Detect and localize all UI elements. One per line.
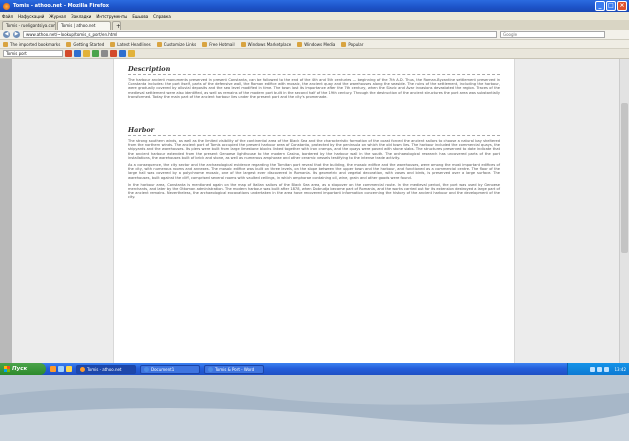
volume-icon[interactable]: [604, 366, 610, 372]
paragraph: The strong southern winds, as well as th…: [128, 139, 500, 160]
bookmark-icon: [66, 41, 72, 47]
menu-item-bookmarks[interactable]: Закладки: [71, 14, 91, 19]
scrollbar-thumb[interactable]: [621, 103, 628, 253]
left-sidebar-strip: [0, 59, 12, 363]
bookmark-icon: [202, 41, 208, 47]
system-tray: 13:42: [567, 363, 629, 375]
menu-item-help[interactable]: Справка: [153, 14, 171, 19]
addon-icon[interactable]: [74, 50, 81, 57]
paragraph: As a consequence, the city sector and th…: [128, 163, 500, 180]
bookmark-item[interactable]: The imported bookmarks: [3, 41, 60, 47]
bookmarks-bar: The imported bookmarks Getting Started L…: [0, 40, 629, 49]
addon-icon[interactable]: [101, 50, 108, 57]
new-tab-button[interactable]: +: [112, 21, 121, 30]
page-viewport: Description The harbour ancient monument…: [0, 59, 629, 363]
bookmark-item[interactable]: Windows Media: [297, 41, 335, 47]
menu-item-extra[interactable]: Ешьова: [132, 14, 148, 19]
close-button[interactable]: ×: [617, 1, 627, 11]
navigation-bar: ◀ ▶ www.athoo.net/~lookup/tomis_s_port/e…: [0, 30, 629, 40]
section-title-description: Description: [128, 65, 500, 75]
menu-item-file[interactable]: Файл: [2, 14, 13, 19]
folder-icon[interactable]: [66, 366, 72, 372]
desktop-icon[interactable]: [58, 366, 64, 372]
taskbar-item[interactable]: Tomis & Port - Word: [204, 364, 264, 374]
menu-item-navigation[interactable]: Нафускаций: [18, 14, 44, 19]
search-input[interactable]: Google: [500, 31, 605, 38]
forward-button[interactable]: ▶: [13, 31, 20, 38]
bookmark-item[interactable]: Latest Headlines: [110, 41, 151, 47]
addon-icon[interactable]: [128, 50, 135, 57]
bookmark-item[interactable]: Popular: [341, 41, 363, 47]
addon-toolbar: Tomis port: [0, 49, 629, 59]
taskbar-item[interactable]: Document1: [140, 364, 200, 374]
tab-1[interactable]: Tomis - rueligantsiya.com - info: [2, 21, 56, 30]
start-button[interactable]: Пуск: [0, 363, 46, 375]
tray-icon[interactable]: [597, 366, 603, 372]
bookmark-icon: [110, 41, 116, 47]
tray-icon[interactable]: [590, 366, 596, 372]
addon-icon[interactable]: [83, 50, 90, 57]
back-button[interactable]: ◀: [3, 31, 10, 38]
clock: 13:42: [614, 366, 626, 372]
taskbar: Пуск Tomis - athoo.net Document1 Tomis &…: [0, 363, 629, 375]
bookmark-icon: [156, 41, 162, 47]
addon-icon[interactable]: [92, 50, 99, 57]
quick-launch: [50, 366, 72, 372]
window-controls: _ □ ×: [595, 1, 627, 11]
bookmark-icon: [341, 41, 347, 47]
addon-icon[interactable]: [65, 50, 72, 57]
vertical-scrollbar[interactable]: [619, 59, 629, 363]
bookmark-icon: [240, 41, 246, 47]
addon-icon[interactable]: [110, 50, 117, 57]
menu-bar: Файл Нафускаций Журнал Закладки Интструм…: [0, 12, 629, 20]
taskbar-item[interactable]: Tomis - athoo.net: [76, 364, 136, 374]
word-icon: [208, 366, 213, 372]
addon-icon[interactable]: [119, 50, 126, 57]
window-title: Tomis - athoo.net - Mozilla Firefox: [13, 3, 110, 9]
window-titlebar: Tomis - athoo.net - Mozilla Firefox _ □ …: [0, 0, 629, 12]
firefox-icon: [80, 366, 85, 372]
paragraph: In the harbour area, Constanta is mentio…: [128, 182, 500, 200]
bookmark-item[interactable]: Free Hotmail: [202, 41, 235, 47]
tab-bar: Tomis - rueligantsiya.com - info Tomis |…: [0, 20, 629, 30]
url-bar[interactable]: www.athoo.net/~lookup/tomis_s_port/en.ht…: [23, 31, 497, 38]
bookmark-item[interactable]: Getting Started: [66, 41, 104, 47]
firefox-icon: [3, 2, 10, 10]
maximize-button[interactable]: □: [606, 1, 616, 11]
windows-logo-icon: [4, 366, 10, 372]
word-icon: [144, 366, 149, 372]
menu-item-tools[interactable]: Интструменты: [96, 14, 127, 19]
bookmark-item[interactable]: Windows Marketplace: [240, 41, 291, 47]
bookmark-icon: [3, 41, 8, 47]
tab-2[interactable]: Tomis | athoo.net: [57, 21, 111, 30]
bookmark-icon: [297, 41, 303, 47]
section-title-harbor: Harbor: [128, 126, 500, 137]
bookmark-item[interactable]: Customize Links: [156, 41, 196, 47]
addon-search-field[interactable]: Tomis port: [3, 50, 63, 57]
minimize-button[interactable]: _: [595, 1, 605, 11]
desktop-wallpaper: [0, 375, 629, 441]
menu-item-history[interactable]: Журнал: [49, 14, 66, 19]
article-content: Description The harbour ancient monument…: [113, 59, 515, 363]
firefox-launch-icon[interactable]: [50, 366, 56, 372]
paragraph: The harbour ancient monuments preserved …: [128, 78, 500, 99]
